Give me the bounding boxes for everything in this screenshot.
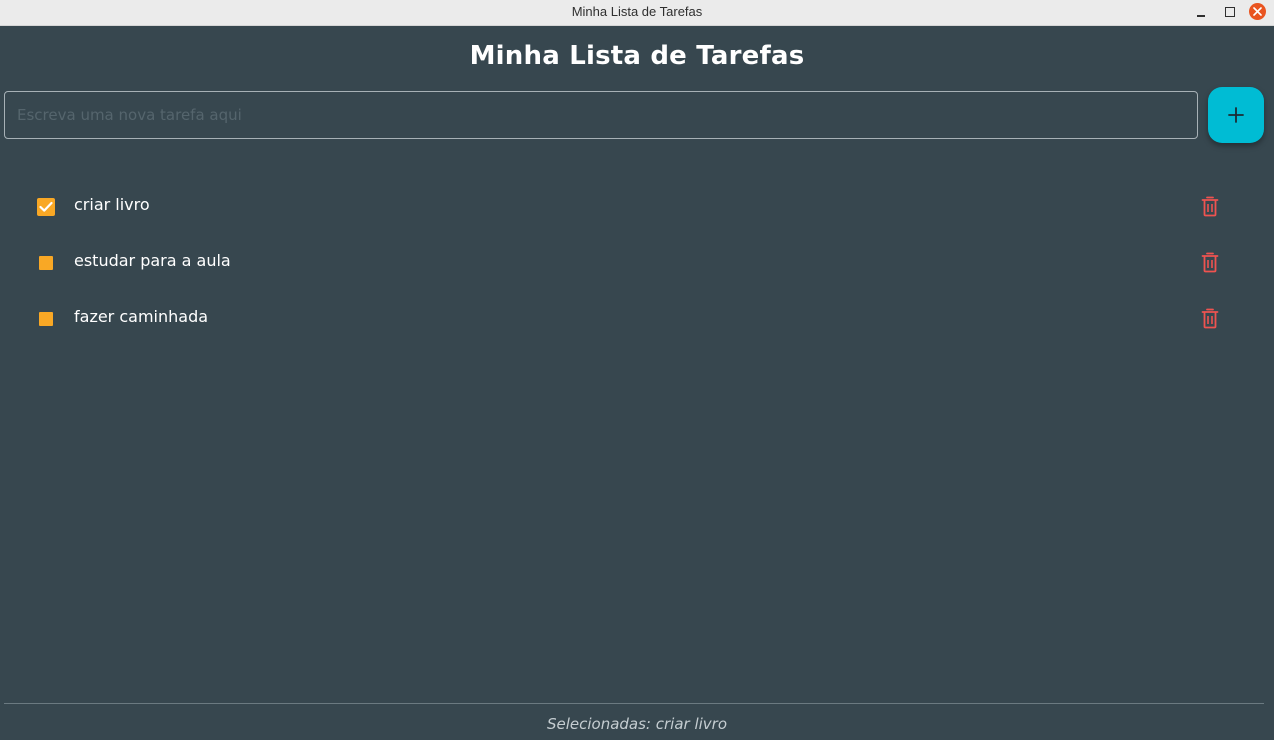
task-label: fazer caminhada: [74, 307, 209, 326]
maximize-icon[interactable]: [1217, 0, 1241, 24]
add-task-button[interactable]: [1208, 87, 1264, 143]
trash-icon: [1201, 196, 1219, 217]
selection-status: Selecionadas: criar livro: [546, 715, 728, 733]
task-row: criar livro: [0, 179, 1274, 235]
footer-divider: [4, 703, 1264, 704]
task-checkbox[interactable]: [37, 254, 55, 272]
delete-task-button[interactable]: [1196, 250, 1224, 276]
trash-icon: [1201, 252, 1219, 273]
delete-task-button[interactable]: [1196, 306, 1224, 332]
task-label: criar livro: [74, 195, 150, 214]
trash-icon: [1201, 308, 1219, 329]
page-title: Minha Lista de Tarefas: [469, 41, 805, 71]
minimize-icon[interactable]: [1189, 0, 1213, 24]
delete-task-button[interactable]: [1196, 194, 1224, 220]
window-titlebar: Minha Lista de Tarefas: [0, 0, 1274, 26]
task-checkbox[interactable]: [37, 198, 55, 216]
close-icon[interactable]: [1249, 3, 1266, 20]
task-row: estudar para a aula: [0, 235, 1274, 291]
window-title: Minha Lista de Tarefas: [571, 4, 703, 19]
plus-icon: [1228, 107, 1244, 123]
task-row: fazer caminhada: [0, 291, 1274, 347]
new-task-input[interactable]: [4, 91, 1198, 139]
task-checkbox[interactable]: [37, 310, 55, 328]
app-body: Minha Lista de Tarefas criar livro: [0, 27, 1274, 740]
task-label: estudar para a aula: [74, 251, 231, 270]
check-icon: [39, 201, 53, 212]
